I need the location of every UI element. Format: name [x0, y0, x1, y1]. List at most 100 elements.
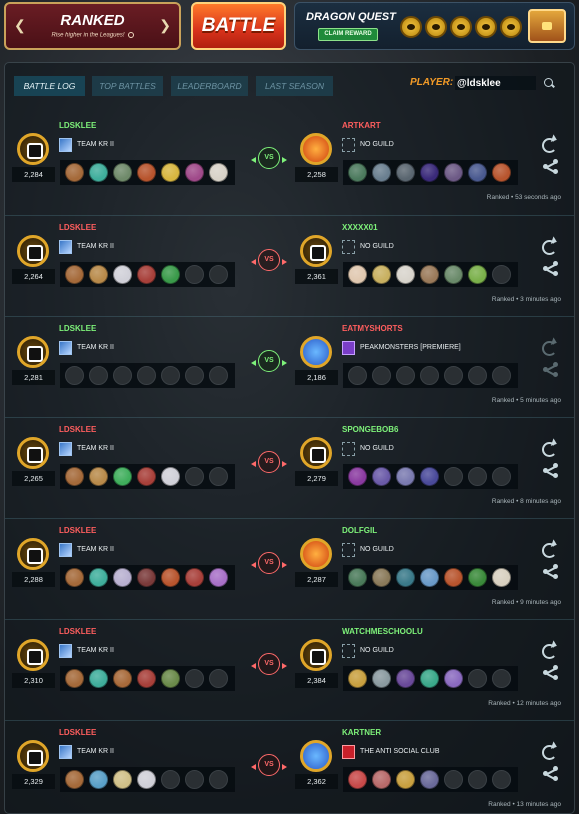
info-icon[interactable] — [127, 32, 134, 38]
monster-card[interactable] — [396, 265, 415, 284]
monster-card[interactable] — [137, 265, 156, 284]
replay-icon[interactable] — [542, 543, 557, 558]
guild-name[interactable]: TEAM KR II — [77, 141, 114, 148]
monster-card[interactable] — [65, 163, 84, 182]
monster-card[interactable] — [492, 163, 511, 182]
guild-name[interactable]: PEAKMONSTERS [PREMIERE] — [360, 344, 461, 351]
share-icon[interactable] — [543, 665, 559, 681]
monster-card[interactable] — [444, 669, 463, 688]
player-name[interactable]: LDSKLEE — [59, 627, 96, 636]
monster-card[interactable] — [468, 265, 487, 284]
ranked-mode-selector[interactable]: ❮ RANKED Rise higher in the Leagues! ❯ — [4, 2, 181, 50]
replay-icon[interactable] — [542, 138, 557, 153]
monster-card[interactable] — [65, 467, 84, 486]
player-name[interactable]: ARTKART — [342, 121, 381, 130]
monster-card[interactable] — [420, 669, 439, 688]
guild-name[interactable]: NO GUILD — [360, 141, 394, 148]
monster-card[interactable] — [209, 568, 228, 587]
monster-card[interactable] — [420, 265, 439, 284]
player-name[interactable]: XXXXX01 — [342, 223, 378, 232]
tab-last-season[interactable]: LAST SEASON — [256, 76, 333, 96]
monster-card[interactable] — [348, 265, 367, 284]
monster-card[interactable] — [468, 163, 487, 182]
player-name[interactable]: LDSKLEE — [59, 425, 96, 434]
monster-card[interactable] — [372, 568, 391, 587]
monster-card[interactable] — [137, 163, 156, 182]
monster-card[interactable] — [185, 163, 204, 182]
monster-card[interactable] — [65, 265, 84, 284]
player-name[interactable]: SPONGEBOB6 — [342, 425, 398, 434]
battle-button[interactable]: BATTLE — [191, 2, 286, 50]
chevron-right-icon[interactable]: ❯ — [159, 17, 171, 34]
replay-icon[interactable] — [542, 745, 557, 760]
monster-card[interactable] — [65, 770, 84, 789]
monster-card[interactable] — [89, 770, 108, 789]
monster-card[interactable] — [161, 669, 180, 688]
monster-card[interactable] — [161, 163, 180, 182]
share-icon[interactable] — [543, 159, 559, 175]
monster-card[interactable] — [372, 163, 391, 182]
guild-name[interactable]: TEAM KR II — [77, 748, 114, 755]
player-name[interactable]: EATMYSHORTS — [342, 324, 403, 333]
share-icon[interactable] — [543, 463, 559, 479]
monster-card[interactable] — [113, 467, 132, 486]
monster-card[interactable] — [161, 467, 180, 486]
monster-card[interactable] — [89, 669, 108, 688]
monster-card[interactable] — [89, 163, 108, 182]
replay-icon[interactable] — [542, 442, 557, 457]
monster-card[interactable] — [372, 770, 391, 789]
monster-card[interactable] — [137, 770, 156, 789]
monster-card[interactable] — [137, 568, 156, 587]
monster-card[interactable] — [396, 770, 415, 789]
monster-card[interactable] — [420, 467, 439, 486]
monster-card[interactable] — [89, 467, 108, 486]
share-icon[interactable] — [543, 564, 559, 580]
monster-card[interactable] — [113, 163, 132, 182]
monster-card[interactable] — [348, 467, 367, 486]
monster-card[interactable] — [113, 669, 132, 688]
replay-icon[interactable] — [542, 240, 557, 255]
player-search-input[interactable] — [455, 76, 536, 90]
player-name[interactable]: WATCHMESCHOOLU — [342, 627, 423, 636]
player-name[interactable]: LDSKLEE — [59, 728, 96, 737]
monster-card[interactable] — [372, 265, 391, 284]
guild-name[interactable]: TEAM KR II — [77, 243, 114, 250]
monster-card[interactable] — [396, 163, 415, 182]
monster-card[interactable] — [185, 568, 204, 587]
share-icon[interactable] — [543, 261, 559, 277]
search-icon[interactable] — [544, 78, 553, 87]
player-name[interactable]: LDSKLEE — [59, 324, 96, 333]
monster-card[interactable] — [444, 568, 463, 587]
monster-card[interactable] — [420, 163, 439, 182]
replay-icon[interactable] — [542, 644, 557, 659]
monster-card[interactable] — [209, 163, 228, 182]
monster-card[interactable] — [65, 568, 84, 587]
claim-reward-button[interactable]: CLAIM REWARD — [318, 28, 378, 41]
monster-card[interactable] — [89, 568, 108, 587]
monster-card[interactable] — [396, 467, 415, 486]
player-name[interactable]: KARTNER — [342, 728, 381, 737]
player-name[interactable]: LDSKLEE — [59, 121, 96, 130]
guild-name[interactable]: TEAM KR II — [77, 344, 114, 351]
tab-top-battles[interactable]: TOP BATTLES — [92, 76, 163, 96]
player-name[interactable]: LDSKLEE — [59, 223, 96, 232]
monster-card[interactable] — [396, 568, 415, 587]
monster-card[interactable] — [420, 770, 439, 789]
monster-card[interactable] — [444, 265, 463, 284]
tab-battle-log[interactable]: BATTLE LOG — [14, 76, 85, 96]
monster-card[interactable] — [348, 770, 367, 789]
monster-card[interactable] — [468, 568, 487, 587]
guild-name[interactable]: NO GUILD — [360, 243, 394, 250]
monster-card[interactable] — [137, 669, 156, 688]
monster-card[interactable] — [372, 467, 391, 486]
guild-name[interactable]: NO GUILD — [360, 546, 394, 553]
monster-card[interactable] — [113, 770, 132, 789]
monster-card[interactable] — [161, 265, 180, 284]
guild-name[interactable]: TEAM KR II — [77, 445, 114, 452]
monster-card[interactable] — [161, 568, 180, 587]
monster-card[interactable] — [113, 568, 132, 587]
player-name[interactable]: DOLFGIL — [342, 526, 377, 535]
monster-card[interactable] — [444, 163, 463, 182]
monster-card[interactable] — [372, 669, 391, 688]
guild-name[interactable]: TEAM KR II — [77, 546, 114, 553]
